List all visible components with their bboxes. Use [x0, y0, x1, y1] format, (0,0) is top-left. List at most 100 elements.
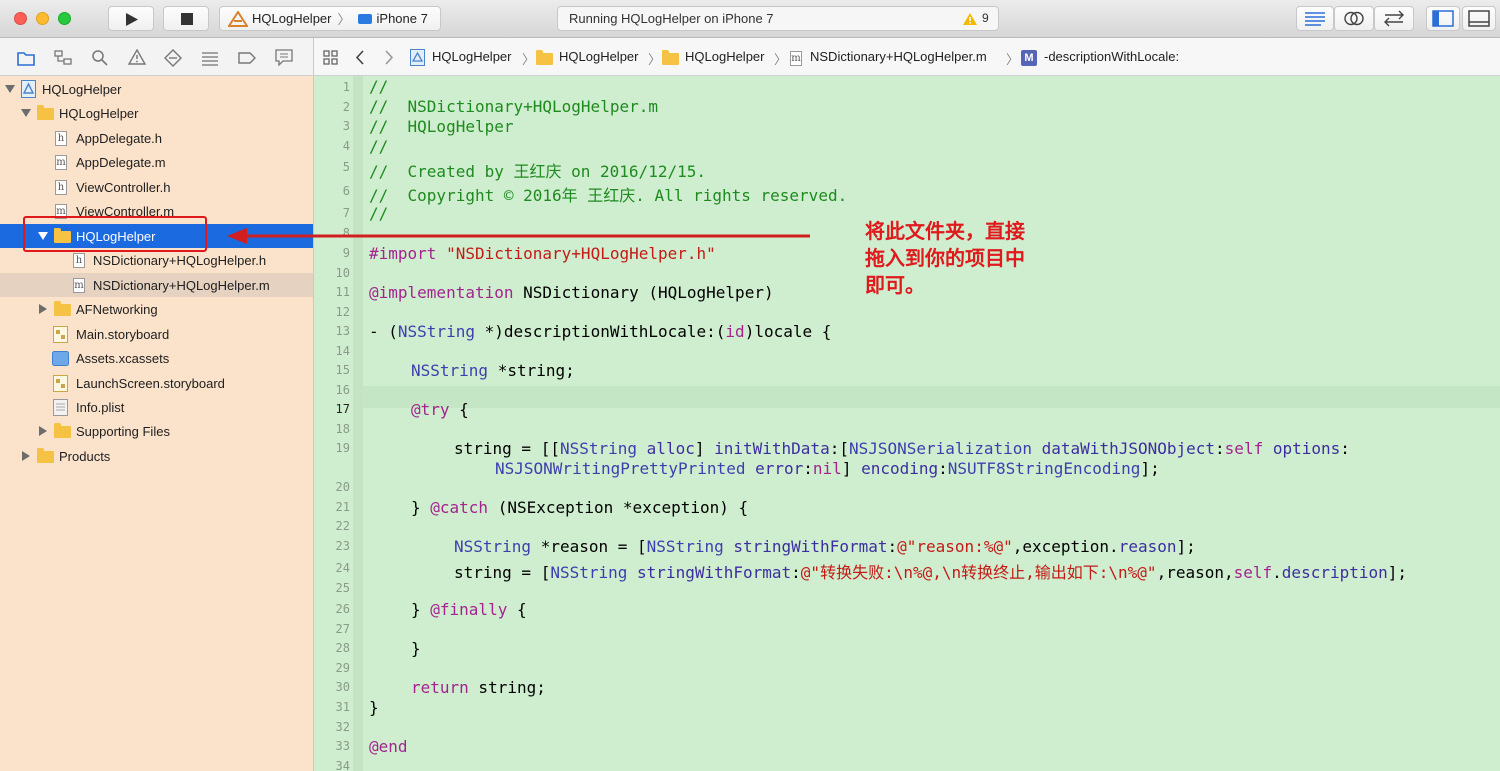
stop-button[interactable]	[163, 6, 209, 31]
line-number: 24	[335, 561, 350, 575]
nav-label: NSDictionary+HQLogHelper.m	[93, 277, 270, 293]
line-number: 21	[335, 500, 350, 514]
line-number: 33	[335, 739, 350, 753]
header-file-icon: h	[73, 253, 85, 268]
folder-icon	[662, 50, 679, 65]
code-line: //	[369, 77, 389, 96]
code-line-wrapped: NSJSONWritingPrettyPrinted error:nil] en…	[495, 459, 1160, 478]
nav-item-file[interactable]: m AppDelegate.m	[0, 150, 313, 174]
warning-count: 9	[982, 11, 989, 25]
nav-item-file[interactable]: h AppDelegate.h	[0, 126, 313, 150]
current-line-highlight	[363, 386, 1500, 408]
issue-warning-icon[interactable]	[128, 49, 146, 66]
nav-item-file[interactable]: Main.storyboard	[0, 322, 313, 346]
forward-chevron-icon[interactable]	[384, 50, 394, 65]
nav-item-file[interactable]: Info.plist	[0, 395, 313, 419]
line-number: 6	[342, 184, 350, 198]
line-number: 22	[335, 519, 350, 533]
nav-item-project[interactable]: HQLogHelper	[0, 77, 313, 101]
code-line: string = [NSString stringWithFormat:@"转换…	[454, 563, 1408, 582]
close-window-button[interactable]	[14, 12, 27, 25]
source-editor[interactable]: 1 2 3 4 5 6 7 8 9 10 11 12 13 14 15 16 17 18 19 20 21 22 23 24 2…	[314, 76, 1500, 771]
line-number: 25	[335, 581, 350, 595]
line-number: 19	[335, 441, 350, 455]
code-line: @try {	[411, 400, 469, 419]
folder-icon	[54, 423, 71, 438]
highlight-box	[23, 216, 207, 252]
assistant-editor-button[interactable]	[1334, 6, 1374, 31]
storyboard-icon	[53, 326, 68, 343]
nav-item-file[interactable]: h ViewController.h	[0, 175, 313, 199]
breadcrumb-separator: 〉	[522, 52, 536, 67]
toggle-debug-area-button[interactable]	[1462, 6, 1496, 31]
code-line: @end	[369, 737, 408, 756]
version-editor-button[interactable]	[1374, 6, 1414, 31]
line-number: 30	[335, 680, 350, 694]
disclosure-expanded-icon[interactable]	[21, 109, 31, 117]
venn-icon	[1344, 11, 1364, 26]
nav-label: HQLogHelper	[42, 81, 122, 97]
line-number: 14	[335, 344, 350, 358]
related-items-grid-icon[interactable]	[323, 50, 339, 65]
breadcrumb-separator: 〉	[1006, 52, 1020, 67]
debug-list-icon[interactable]	[201, 50, 219, 66]
code-line: // Created by 王红庆 on 2016/12/15.	[369, 162, 706, 181]
line-number: 15	[335, 363, 350, 377]
run-button[interactable]	[108, 6, 154, 31]
test-diamond-icon[interactable]	[164, 49, 182, 67]
line-number: 12	[335, 305, 350, 319]
disclosure-expanded-icon[interactable]	[5, 85, 15, 93]
toggle-navigator-button[interactable]	[1426, 6, 1460, 31]
nav-item-folder[interactable]: Products	[0, 444, 313, 468]
left-panel-icon	[1432, 10, 1454, 27]
code-line: - (NSString *)descriptionWithLocale:(id)…	[369, 322, 832, 341]
implementation-file-icon: m	[73, 278, 85, 293]
project-file-icon	[21, 80, 36, 98]
disclosure-collapsed-icon[interactable]	[22, 451, 30, 461]
line-number: 1	[342, 80, 350, 94]
disclosure-collapsed-icon[interactable]	[39, 426, 47, 436]
nav-item-folder[interactable]: Supporting Files	[0, 419, 313, 443]
line-number: 11	[335, 285, 350, 299]
arrows-icon	[1384, 10, 1404, 27]
nav-item-folder[interactable]: HQLogHelper	[0, 101, 313, 125]
method-icon: M	[1021, 50, 1037, 66]
line-number: 26	[335, 602, 350, 616]
nav-label: LaunchScreen.storyboard	[76, 375, 225, 391]
nav-item-folder[interactable]: AFNetworking	[0, 297, 313, 321]
breadcrumb-group[interactable]: HQLogHelper	[559, 49, 639, 64]
lines-icon	[1305, 12, 1325, 26]
back-chevron-icon[interactable]	[355, 50, 365, 65]
zoom-window-button[interactable]	[58, 12, 71, 25]
breadcrumb-file[interactable]: NSDictionary+HQLogHelper.m	[810, 49, 987, 64]
breadcrumb-method[interactable]: -descriptionWithLocale:	[1044, 49, 1179, 64]
search-icon[interactable]	[91, 49, 109, 67]
scheme-selector[interactable]: HQLogHelper 〉 iPhone 7	[219, 6, 441, 31]
breakpoint-icon[interactable]	[238, 51, 256, 65]
breadcrumb-subgroup[interactable]: HQLogHelper	[685, 49, 765, 64]
line-number-gutter: 1 2 3 4 5 6 7 8 9 10 11 12 13 14 15 16 17 18 19 20 21 22 23 24 2…	[314, 76, 352, 771]
nav-item-file-active[interactable]: m NSDictionary+HQLogHelper.m	[0, 273, 313, 297]
report-bubble-icon[interactable]	[275, 49, 293, 66]
hierarchy-icon[interactable]	[54, 50, 72, 66]
status-text: Running HQLogHelper on iPhone 7	[569, 11, 774, 26]
line-number: 18	[335, 422, 350, 436]
line-number: 3	[342, 119, 350, 133]
warning-icon[interactable]	[962, 12, 978, 26]
minimize-window-button[interactable]	[36, 12, 49, 25]
nav-label: Info.plist	[76, 399, 125, 415]
play-icon	[126, 13, 138, 26]
code-line: // Copyright © 2016年 王红庆. All rights res…	[369, 186, 848, 205]
line-number: 28	[335, 641, 350, 655]
header-file-icon: h	[55, 131, 67, 146]
nav-item-file[interactable]: LaunchScreen.storyboard	[0, 371, 313, 395]
nav-item-file[interactable]: Assets.xcassets	[0, 346, 313, 370]
gutter-margin	[353, 76, 363, 771]
disclosure-collapsed-icon[interactable]	[39, 304, 47, 314]
toolbar: HQLogHelper 〉 iPhone 7 Running HQLogHelp…	[0, 0, 1500, 38]
standard-editor-button[interactable]	[1296, 6, 1334, 31]
nav-item-file[interactable]: h NSDictionary+HQLogHelper.h	[0, 248, 313, 272]
folder-icon[interactable]	[17, 50, 35, 66]
breadcrumb-project[interactable]: HQLogHelper	[432, 49, 512, 64]
code-line: NSString *string;	[411, 361, 575, 380]
